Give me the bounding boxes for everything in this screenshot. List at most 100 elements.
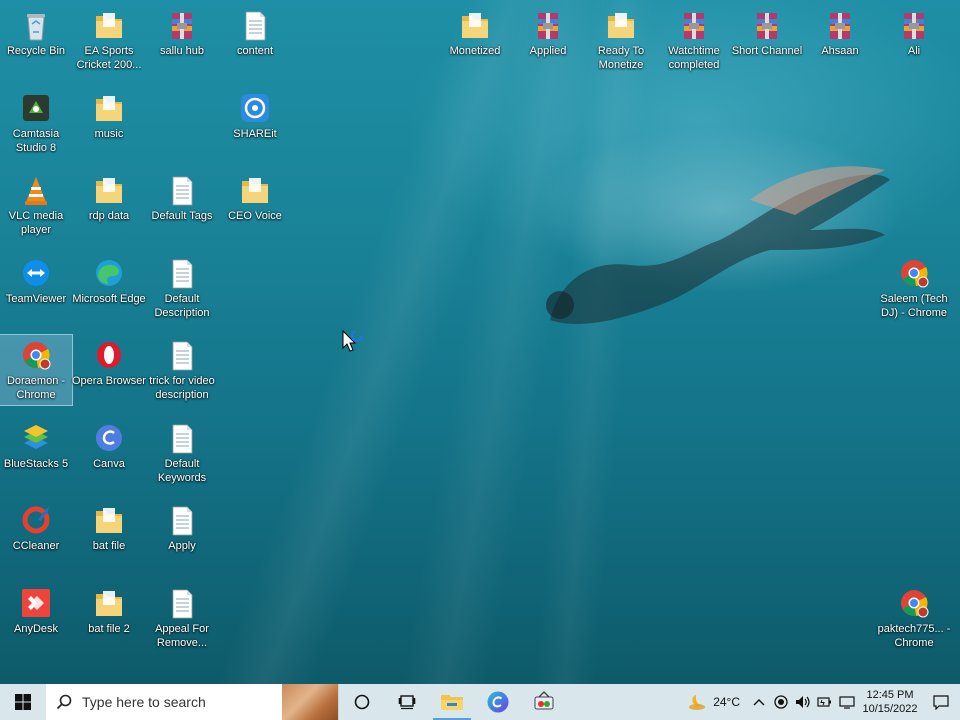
desktop-icon-bat-file[interactable]: bat file [73,500,145,570]
desktop-icon-opera-browser[interactable]: Opera Browser [72,335,146,405]
desktop-icon-label: Doraemon - Chrome [6,375,66,401]
desktop-icon-default-description[interactable]: Default Description [146,253,218,323]
desktop-icon-ceo-voice[interactable]: CEO Voice [219,170,291,240]
network-icon [839,696,855,709]
canva-icon [487,691,509,713]
tray-battery-button[interactable] [814,684,836,720]
desktop-icon-default-tags[interactable]: Default Tags [146,170,218,240]
ccleaner-icon [19,504,53,538]
text-document-icon [238,9,272,43]
desktop-icon-paktech775-chrome[interactable]: paktech775... - Chrome [878,583,950,653]
desktop-icon-label: bat file 2 [88,623,130,635]
task-view-button[interactable] [385,684,429,720]
taskbar-file-explorer[interactable] [429,684,475,720]
desktop-icon-watchtime-completed[interactable]: Watchtime completed [658,5,730,75]
desktop-icon-label: Short Channel [731,45,803,57]
desktop-icon-label: Camtasia Studio 8 [12,128,60,154]
desktop-icon-ali[interactable]: Ali [878,5,950,75]
taskbar-search-box[interactable]: Type here to search [46,684,339,720]
desktop-icon-ready-to-monetize[interactable]: Ready To Monetize [585,5,657,75]
desktop-icon-label: Watchtime completed [668,45,720,71]
desktop-icon-label: Ali [907,45,921,57]
desktop-icon-label: Ready To Monetize [597,45,645,71]
desktop-icon-applied[interactable]: Applied [512,5,584,75]
taskbar-clock[interactable]: 12:45 PM 10/15/2022 [858,684,922,720]
taskbar-snipping-tool[interactable] [521,684,567,720]
folder-icon [92,587,126,621]
desktop-icon-label: Microsoft Edge [72,293,146,305]
canva-icon [92,422,126,456]
desktop-icon-label: paktech775... - Chrome [877,623,951,649]
desktop-icon-microsoft-edge[interactable]: Microsoft Edge [72,253,146,323]
desktop-icon-bluestacks-5[interactable]: BlueStacks 5 [0,418,72,488]
desktop-icon-shareit[interactable]: SHAREit [219,88,291,158]
cortana-button[interactable] [339,684,385,720]
desktop-icon-label: rdp data [88,210,130,222]
desktop-icon-ahsaan[interactable]: Ahsaan [804,5,876,75]
desktop-icon-ea-sports-cricket-200[interactable]: EA Sports Cricket 200... [73,5,145,75]
folder-icon [92,174,126,208]
desktop-icon-appeal-for-remove[interactable]: Appeal For Remove... [146,583,218,653]
desktop-icon-short-channel[interactable]: Short Channel [731,5,803,75]
desktop-icon-label: Saleem (Tech DJ) - Chrome [880,293,948,319]
desktop-icon-label: Apply [168,540,196,552]
desktop-icon-label: trick for video description [149,375,215,401]
desktop-icon-bat-file-2[interactable]: bat file 2 [73,583,145,653]
desktop-icon-camtasia-studio-8[interactable]: Camtasia Studio 8 [0,88,72,158]
tray-volume-button[interactable] [792,684,814,720]
desktop-icon-content[interactable]: content [219,5,291,75]
text-document-icon [165,174,199,208]
search-placeholder: Type here to search [82,694,206,710]
desktop-icon-label: AnyDesk [13,623,59,635]
desktop-icon-label: Monetized [449,45,501,57]
start-button[interactable] [0,684,46,720]
desktop-icon-label: sallu hub [159,45,205,57]
wallpaper-diver [546,166,890,325]
desktop-icon-label: CEO Voice [228,210,282,222]
desktop-icon-doraemon-chrome[interactable]: Doraemon - Chrome [0,334,73,406]
show-hidden-icons-button[interactable] [748,684,770,720]
desktop-icon-label: content [236,45,274,57]
desktop-icon-vlc-media-player[interactable]: VLC media player [0,170,72,240]
desktop-icon-rdp-data[interactable]: rdp data [73,170,145,240]
taskbar-canva[interactable] [475,684,521,720]
desktop-icon-label: Ahsaan [821,45,859,57]
desktop-icon-label: Opera Browser [72,375,146,387]
desktop-icon-recycle-bin[interactable]: Recycle Bin [0,5,72,75]
mouse-pointer-icon [342,330,364,352]
desktop-icon-ccleaner[interactable]: CCleaner [0,500,72,570]
desktop-icon-apply[interactable]: Apply [146,500,218,570]
clock-date: 10/15/2022 [862,703,918,715]
desktop-icon-label: Default Description [154,293,210,319]
desktop-icon-label: Applied [529,45,567,57]
desktop-icon-anydesk[interactable]: AnyDesk [0,583,72,653]
desktop-icon-music[interactable]: music [73,88,145,158]
folder-icon [458,9,492,43]
action-center-button[interactable] [922,684,960,720]
text-document-icon [165,339,199,373]
weather-widget[interactable]: 24°C [679,684,748,720]
teamviewer-icon [19,257,53,291]
desktop-icon-canva[interactable]: Canva [73,418,145,488]
notification-icon [933,694,949,710]
speaker-icon [796,696,810,708]
desktop-icon-label: BlueStacks 5 [3,458,69,470]
tray-network-button[interactable] [836,684,858,720]
desktop-icon-teamviewer[interactable]: TeamViewer [0,253,72,323]
system-tray: 24°C 12:45 PM 10/15/2022 [679,684,960,720]
anydesk-icon [19,587,53,621]
desktop-icon-saleem-tech-dj-chrome[interactable]: Saleem (Tech DJ) - Chrome [878,253,950,323]
desktop-icon-sallu-hub[interactable]: sallu hub [146,5,218,75]
chrome-profile-icon [897,587,931,621]
tray-record-button[interactable] [770,684,792,720]
camtasia-icon [19,92,53,126]
desktop-icon-trick-for-video-description[interactable]: trick for video description [146,335,218,405]
chevron-up-icon [753,699,765,706]
windows-logo-icon [15,694,31,710]
text-document-icon [165,422,199,456]
desktop-icon-monetized[interactable]: Monetized [439,5,511,75]
weather-temperature: 24°C [713,695,740,709]
desktop-icon-default-keywords[interactable]: Default Keywords [146,418,218,488]
desktop-icon-label: SHAREit [233,128,277,140]
winrar-archive-icon [897,9,931,43]
